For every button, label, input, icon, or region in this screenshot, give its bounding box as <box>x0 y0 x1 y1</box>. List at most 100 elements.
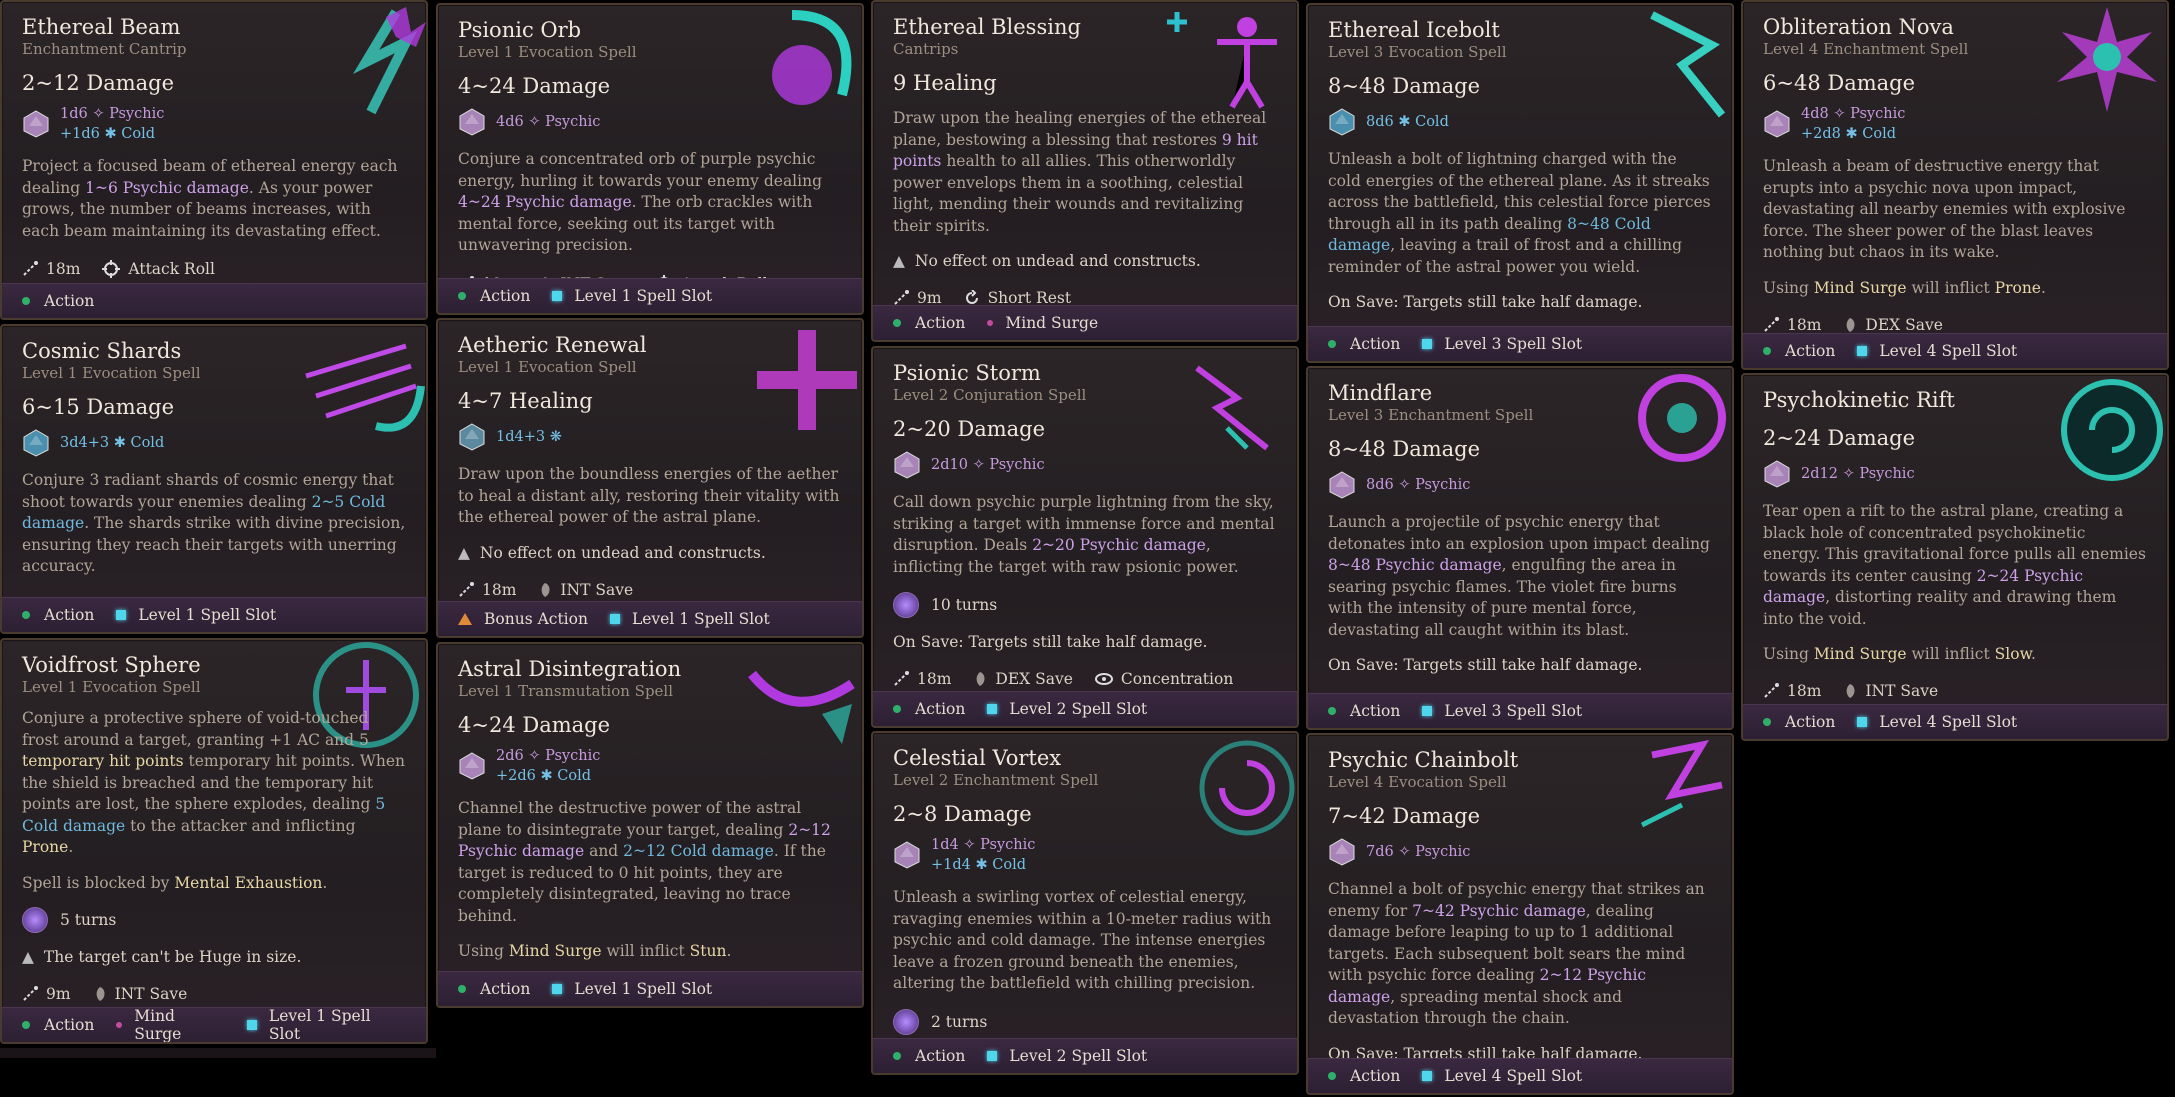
damage-type: Psychic <box>989 457 1045 473</box>
snowflake-icon: ✱ <box>1393 114 1416 130</box>
spell-card-aetheric-renewal[interactable]: Aetheric Renewal Level 1 Evocation Spell 4… <box>436 318 864 638</box>
spell-card-astral-disintegration[interactable]: Astral Disintegration Level 1 Transmutati… <box>436 642 864 1008</box>
property-text: 18m <box>482 580 517 599</box>
dice-row: 7d6 ✧ Psychic <box>1328 837 1712 867</box>
dice-icon <box>893 451 921 479</box>
dice-line: 1d4 ✧ Psychic <box>931 835 1035 855</box>
damage-type: Psychic <box>1415 477 1471 493</box>
cost-item: Action <box>893 700 965 718</box>
dice-line: +1d4 ✱ Cold <box>931 855 1035 875</box>
dice-value: 8d6 <box>1366 477 1394 493</box>
cost-text: Bonus Action <box>484 610 588 628</box>
dice-icon <box>893 841 921 869</box>
psychic-icon: ✧ <box>1828 106 1851 122</box>
spell-school: Level 1 Transmutation Spell <box>458 682 674 700</box>
damage-type: Cold <box>1415 114 1449 130</box>
dice-line: +2d8 ✱ Cold <box>1801 124 1905 144</box>
spell-card-psychic-chainbolt[interactable]: Psychic Chainbolt Level 4 Evocation Spell… <box>1306 733 1734 1095</box>
damage-type: Psychic <box>1850 106 1906 122</box>
dice-lines: 1d4+3 ❋ <box>496 427 562 447</box>
card-content: Psychokinetic Rift 2~24 Damage 2d12 ✧ Psyc… <box>1743 375 2167 702</box>
spell-amount: 7~42 Damage <box>1328 804 1481 828</box>
spell-card-voidfrost-sphere[interactable]: Voidfrost Sphere Level 1 Evocation Spell C… <box>0 638 428 1044</box>
damage-type: Psychic <box>1415 844 1471 860</box>
card-content: Mindflare Level 3 Enchantment Spell 8~48 D… <box>1308 368 1732 713</box>
spell-card-psychokinetic-rift[interactable]: Psychokinetic Rift 2~24 Damage 2d12 ✧ Psyc… <box>1741 373 2169 741</box>
spell-slot-icon <box>987 704 998 714</box>
card-content: Obliteration Nova Level 4 Enchantment Spe… <box>1743 2 2167 336</box>
dice-line: 2d12 ✧ Psychic <box>1801 464 1915 484</box>
spell-school: Level 1 Evocation Spell <box>22 678 201 696</box>
property: 18m <box>22 260 80 278</box>
dice-line: 8d6 ✧ Psychic <box>1366 475 1470 495</box>
save-note: On Save: Targets still take half damage. <box>1328 293 1643 311</box>
dice-value: 3d4+3 <box>60 435 110 451</box>
highlight-text: 4~24 Psychic damage <box>458 193 632 211</box>
cost-text: Action <box>915 1047 966 1065</box>
cost-item: Level 1 Spell Slot <box>609 610 770 628</box>
range-icon <box>458 581 482 598</box>
description-text: and <box>584 842 624 860</box>
cost-footer: Bonus Action Level 1 Spell Slot <box>438 601 862 636</box>
spell-card-cosmic-shards[interactable]: Cosmic Shards Level 1 Evocation Spell 6~15… <box>0 324 428 634</box>
mind-surge-icon <box>987 320 994 326</box>
dice-value: +1d6 <box>60 126 100 142</box>
damage-type: Psychic <box>109 106 165 122</box>
property: 18m <box>458 581 516 599</box>
cost-item: Action <box>458 980 530 998</box>
spell-description: Unleash a beam of destructive energy tha… <box>1763 156 2147 264</box>
dice-icon <box>1328 838 1356 866</box>
dice-value: 2d12 <box>1801 466 1838 482</box>
damage-type: Cold <box>121 126 156 142</box>
save-note: On Save: Targets still take half damage. <box>893 633 1208 651</box>
save-icon <box>93 986 115 1002</box>
spell-amount: 2~24 Damage <box>1763 426 1916 450</box>
card-content: Voidfrost Sphere Level 1 Evocation Spell C… <box>2 640 426 1005</box>
spell-school: Cantrips <box>893 40 959 58</box>
spell-slot-icon <box>1422 1071 1433 1081</box>
highlight-text: 2~20 Psychic damage <box>1032 536 1206 554</box>
spell-name: Ethereal Icebolt <box>1328 18 1500 42</box>
property-text: 18m <box>46 260 81 278</box>
cost-footer: Action Level 4 Spell Slot <box>1743 333 2167 368</box>
spell-card-celestial-vortex[interactable]: Celestial Vortex Level 2 Enchantment Spel… <box>871 731 1299 1075</box>
spell-card-psionic-storm[interactable]: Psionic Storm Level 2 Conjuration Spell 2~… <box>871 346 1299 728</box>
attack-roll-icon <box>102 260 128 278</box>
dice-icon <box>1763 110 1791 138</box>
spell-slot-icon <box>987 1051 998 1061</box>
spell-name: Psionic Orb <box>458 18 582 42</box>
dice-row: 2d10 ✧ Psychic <box>893 450 1277 480</box>
property-text: Attack Roll <box>128 260 215 278</box>
spell-card-mindflare[interactable]: Mindflare Level 3 Enchantment Spell 8~48 D… <box>1306 366 1734 730</box>
snowflake-icon: ✱ <box>1840 126 1863 142</box>
dice-lines: 1d6 ✧ Psychic +1d6 ✱ Cold <box>60 104 164 144</box>
mind-surge-note: Using Mind Surge will inflict Stun. <box>458 941 842 961</box>
spell-amount: 4~24 Damage <box>458 74 611 98</box>
spell-description: Draw upon the boundless energies of the … <box>458 464 842 529</box>
restriction-text: No effect on undead and constructs. <box>914 252 1201 270</box>
description-text: Unleash a beam of destructive energy tha… <box>1763 157 2126 261</box>
spell-card-psionic-orb[interactable]: Psionic Orb Level 1 Evocation Spell 4~24 D… <box>436 3 864 315</box>
dice-line: 2d10 ✧ Psychic <box>931 455 1045 475</box>
cost-text: Level 1 Spell Slot <box>574 287 713 305</box>
range-icon <box>1763 683 1787 699</box>
restriction-note: ▲ The target can't be Huge in size. <box>22 947 406 967</box>
property-text: 18m <box>917 670 952 688</box>
spell-amount: 2~8 Damage <box>893 802 1032 826</box>
spell-card-obliteration-nova[interactable]: Obliteration Nova Level 4 Enchantment Spe… <box>1741 0 2169 370</box>
card-content: Ethereal Blessing Cantrips 9 Healing Draw u… <box>873 2 1297 309</box>
spell-slot-icon <box>247 1020 257 1030</box>
spell-card-ethereal-beam[interactable]: Ethereal Beam Enchantment Cantrip 2~12 Dam… <box>0 0 428 320</box>
cost-item: Action <box>22 292 94 310</box>
spell-card-ethereal-blessing[interactable]: Ethereal Blessing Cantrips 9 Healing Draw u… <box>871 0 1299 342</box>
spell-name: Mindflare <box>1328 381 1433 405</box>
dice-lines: 1d4 ✧ Psychic +1d4 ✱ Cold <box>931 835 1035 875</box>
dice-lines: 2d6 ✧ Psychic +2d6 ✱ Cold <box>496 746 600 786</box>
dice-line: 2d6 ✧ Psychic <box>496 746 600 766</box>
psychic-icon: ✧ <box>1837 466 1860 482</box>
dice-value: 2d10 <box>931 457 968 473</box>
spell-card-ethereal-icebolt[interactable]: Ethereal Icebolt Level 3 Evocation Spell 8… <box>1306 3 1734 363</box>
spell-description: Conjure 3 radiant shards of cosmic energ… <box>22 470 406 578</box>
highlight-text: temporary hit points <box>22 752 184 770</box>
property-text: INT Save <box>114 984 188 1003</box>
